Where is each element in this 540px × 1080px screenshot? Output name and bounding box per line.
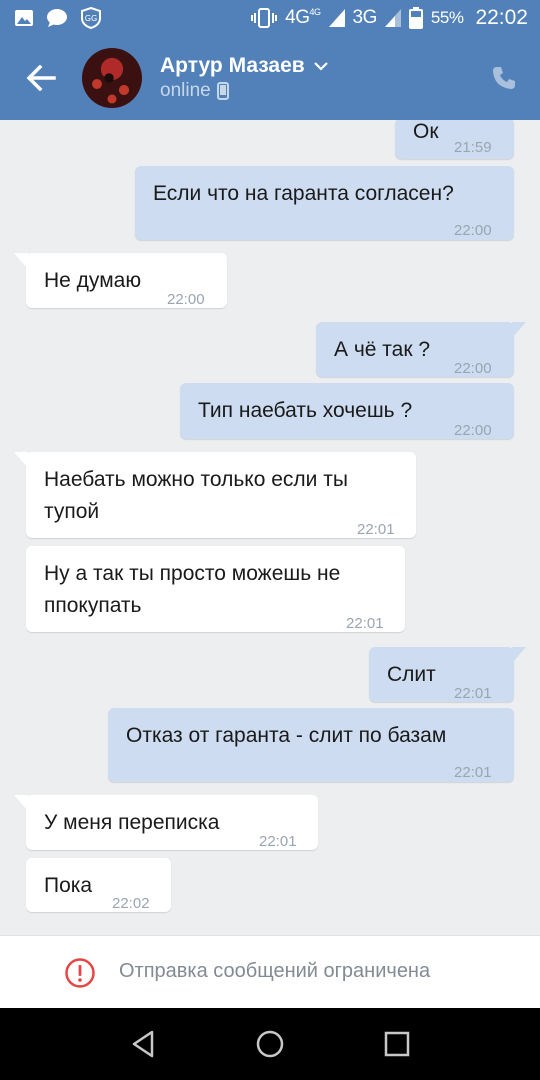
message-list[interactable]: Ок 21:59 Если что на гаранта согласен? 2… <box>0 120 540 935</box>
message-incoming[interactable]: Наебать можно только если ты тупой 22:01 <box>14 452 416 538</box>
message-incoming[interactable]: Пока 22:02 <box>26 858 171 912</box>
bubble-tail <box>14 795 28 811</box>
chevron-down-icon <box>313 62 328 71</box>
avatar[interactable] <box>82 48 142 108</box>
chat-header: Артур Мазаев online <box>0 36 540 120</box>
message-incoming[interactable]: У меня переписка 22:01 <box>14 795 318 850</box>
system-nav-bar <box>0 1008 540 1080</box>
phone-icon <box>493 67 515 89</box>
home-circle-icon <box>256 1030 284 1058</box>
signal-icon <box>328 9 345 27</box>
message-time: 22:01 <box>346 615 384 632</box>
vibrate-icon <box>251 8 278 28</box>
message-text: Наебать можно только если ты тупой <box>44 468 348 523</box>
bubble-tail <box>512 322 526 338</box>
message-text: Пока <box>44 874 93 897</box>
message-text: Отказ от гаранта - слит по базам <box>126 724 447 747</box>
message-text: Ок <box>413 120 439 143</box>
message-text: Тип наебать хочешь ? <box>198 399 413 422</box>
nav-back-button[interactable] <box>123 1024 163 1064</box>
contact-status: online <box>160 80 211 101</box>
bubble-tail <box>14 253 28 269</box>
message-time: 22:00 <box>167 291 205 308</box>
svg-text:GG: GG <box>85 14 97 23</box>
contact-info[interactable]: Артур Мазаев online <box>160 54 329 102</box>
back-button[interactable] <box>6 36 76 120</box>
mobile-device-icon <box>216 82 229 100</box>
nav-home-button[interactable] <box>250 1024 290 1064</box>
alert-circle-icon <box>65 958 95 988</box>
battery-percent: 55% <box>430 8 464 27</box>
message-time: 22:01 <box>454 685 492 702</box>
nav-recents-button[interactable] <box>377 1024 417 1064</box>
shield-gg-icon: GG <box>80 7 102 29</box>
recents-square-icon <box>384 1031 409 1057</box>
network-3g: 3G <box>352 7 378 28</box>
messaging-restricted-bar: Отправка сообщений ограничена <box>0 935 540 1008</box>
message-time: 21:59 <box>454 139 492 156</box>
clock: 22:02 <box>475 6 528 29</box>
message-bubble-icon <box>46 8 68 28</box>
message-incoming[interactable]: Ну а так ты просто можешь не ппокупать 2… <box>26 546 405 632</box>
bubble-tail <box>512 647 526 663</box>
message-outgoing[interactable]: Тип наебать хочешь ? 22:00 <box>180 383 514 439</box>
message-outgoing[interactable]: Если что на гаранта согласен? 22:00 <box>135 166 514 240</box>
call-button[interactable] <box>488 62 520 94</box>
image-icon <box>14 9 34 27</box>
message-text: Не думаю <box>44 269 142 292</box>
message-incoming[interactable]: Не думаю 22:00 <box>14 253 227 308</box>
message-text: Ну а так ты просто можешь не ппокупать <box>44 562 341 617</box>
message-outgoing[interactable]: Ок 21:59 <box>395 120 514 159</box>
message-time: 22:01 <box>454 764 492 781</box>
message-outgoing[interactable]: Слит 22:01 <box>369 647 526 702</box>
bubble-tail <box>14 452 28 468</box>
contact-name: Артур Мазаев <box>160 54 305 77</box>
message-text: Слит <box>387 663 436 686</box>
message-time: 22:01 <box>259 833 297 850</box>
message-text: Если что на гаранта согласен? <box>153 182 454 205</box>
back-arrow-icon <box>26 65 56 91</box>
message-time: 22:02 <box>112 895 150 912</box>
back-triangle-icon <box>133 1030 154 1058</box>
message-time: 22:00 <box>454 222 492 239</box>
message-time: 22:00 <box>454 360 492 377</box>
network-4g: 4G4G <box>285 7 321 28</box>
status-bar: GG 4G4G 3G 55% 22:02 <box>0 0 540 36</box>
restriction-notice: Отправка сообщений ограничена <box>119 960 431 982</box>
message-time: 22:00 <box>454 422 492 439</box>
signal-icon <box>384 9 401 27</box>
message-text: А чё так ? <box>334 338 431 361</box>
battery-icon <box>408 7 423 29</box>
message-outgoing[interactable]: А чё так ? 22:00 <box>316 322 526 377</box>
message-outgoing[interactable]: Отказ от гаранта - слит по базам 22:01 <box>108 708 514 782</box>
message-text: У меня переписка <box>44 811 220 834</box>
message-time: 22:01 <box>357 521 395 538</box>
